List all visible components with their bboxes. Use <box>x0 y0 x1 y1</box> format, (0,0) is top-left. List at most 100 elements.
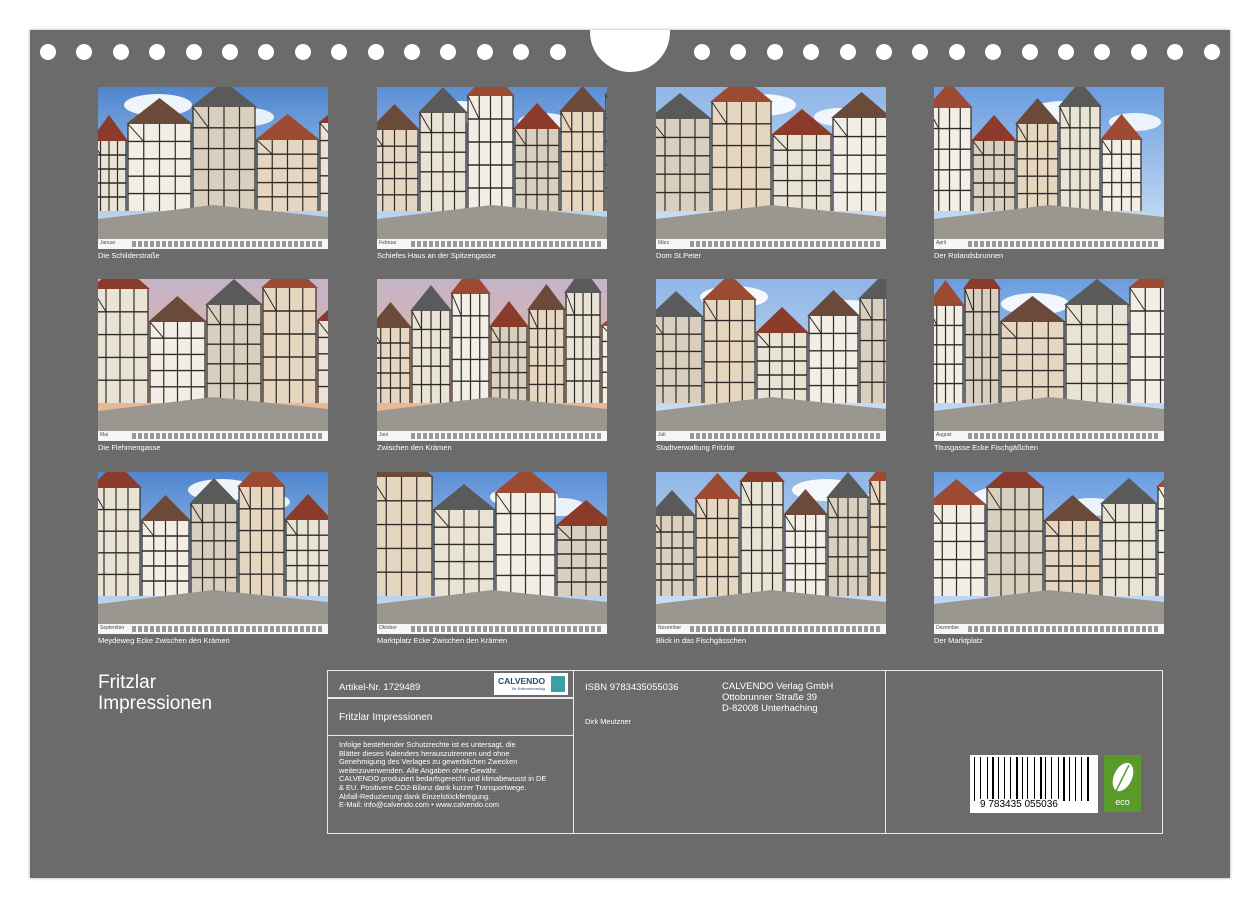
mini-calendar-strip: Januar <box>98 239 328 249</box>
calendar-back-cover: Januar Die Schilderstraße Februar Schief… <box>30 30 1230 878</box>
calendar-icon <box>551 676 565 692</box>
photo <box>98 87 328 249</box>
binding-hole <box>149 44 166 60</box>
photo <box>377 472 607 634</box>
binding-hole <box>948 44 965 60</box>
day-cells <box>132 626 324 632</box>
month-thumbnail: Februar <box>377 87 607 249</box>
day-cells <box>132 241 324 247</box>
month-name: Februar <box>379 240 397 246</box>
photo <box>98 279 328 441</box>
eco-label: eco <box>1115 797 1130 807</box>
day-cells <box>132 433 324 439</box>
day-cells <box>411 433 603 439</box>
month-thumbnail: September <box>98 472 328 634</box>
author-text: Dirk Meutzner <box>585 717 631 726</box>
binding-hole <box>112 44 129 60</box>
binding-hole <box>476 44 493 60</box>
binding-hole <box>513 44 530 60</box>
day-cells <box>411 241 603 247</box>
mini-calendar-strip: Mai <box>98 431 328 441</box>
hanger-cutout <box>590 30 670 72</box>
photo <box>656 472 886 634</box>
mini-calendar-strip: Juli <box>656 431 886 441</box>
month-name: Mai <box>100 432 109 438</box>
month-thumbnail: Oktober <box>377 472 607 634</box>
binding-hole <box>876 44 892 60</box>
binding-hole <box>1167 44 1184 60</box>
binding-hole <box>730 44 747 60</box>
month-thumbnail: März <box>656 87 886 249</box>
month-name: November <box>658 625 682 631</box>
barcode-digits: 9 783435 055036 <box>978 799 1060 810</box>
binding-hole <box>839 44 856 60</box>
day-cells <box>690 626 882 632</box>
month-name: März <box>658 240 670 246</box>
calvendo-logo-text: CALVENDO <box>498 676 546 686</box>
thumbnail-caption: Zwischen den Krämen <box>377 443 452 452</box>
thumbnail-caption: Schiefes Haus an der Spitzengasse <box>377 251 496 260</box>
barcode: 9 783435 055036 <box>970 755 1098 813</box>
binding-hole <box>1130 44 1147 60</box>
month-name: Januar <box>100 240 116 246</box>
mini-calendar-strip: August <box>934 431 1164 441</box>
month-thumbnail: Dezember <box>934 472 1164 634</box>
day-cells <box>968 626 1160 632</box>
month-name: April <box>936 240 947 246</box>
mini-calendar-strip: Juni <box>377 431 607 441</box>
thumbnail-caption: Titusgasse Ecke Fischgäßchen <box>934 443 1038 452</box>
photo <box>934 279 1164 441</box>
binding-hole <box>1021 44 1038 60</box>
month-name: August <box>936 432 952 438</box>
mini-calendar-strip: November <box>656 624 886 634</box>
binding-hole <box>404 44 420 60</box>
binding-hole <box>185 44 202 60</box>
binding-hole <box>1203 44 1220 60</box>
photo <box>934 472 1164 634</box>
binding-hole <box>766 44 783 60</box>
thumbnail-caption: Die Flehmengasse <box>98 443 161 452</box>
isbn-text: ISBN 9783435055036 <box>585 682 679 693</box>
photo <box>377 87 607 249</box>
artikel-number: Artikel-Nr. 1729489 <box>339 682 421 693</box>
month-thumbnail: August <box>934 279 1164 441</box>
thumbnail-caption: Der Rolandsbrunnen <box>934 251 1004 260</box>
photo <box>656 87 886 249</box>
binding-hole <box>694 44 710 60</box>
thumbnail-caption: Die Schilderstraße <box>98 251 160 260</box>
binding-hole <box>331 44 348 60</box>
month-name: Oktober <box>379 625 397 631</box>
binding-hole <box>222 44 238 60</box>
month-thumbnail: November <box>656 472 886 634</box>
binding-hole <box>803 44 820 60</box>
subtitle-text: Fritzlar Impressionen <box>339 712 433 723</box>
month-name: September <box>100 625 125 631</box>
binding-hole <box>912 44 929 60</box>
day-cells <box>968 433 1160 439</box>
binding-hole <box>1094 44 1111 60</box>
calendar-title: Fritzlar Impressionen <box>98 672 212 714</box>
thumbnail-caption: Der Marktplatz <box>934 636 983 645</box>
month-name: Dezember <box>936 625 960 631</box>
binding-hole <box>76 44 93 60</box>
mini-calendar-strip: September <box>98 624 328 634</box>
day-cells <box>690 433 882 439</box>
photo <box>98 472 328 634</box>
binding-hole <box>1058 44 1074 60</box>
legal-text: Infolge bestehender Schutzrechte ist es … <box>339 740 571 810</box>
binding-hole <box>440 44 457 60</box>
thumbnail-caption: Stadtverwaltung Fritzlar <box>656 443 735 452</box>
thumbnail-caption: Dom St.Peter <box>656 251 702 260</box>
publisher-line: D-82008 Unterhaching <box>722 703 818 714</box>
binding-hole <box>294 44 311 60</box>
title-line-1: Fritzlar <box>98 672 157 693</box>
binding-hole <box>258 44 275 60</box>
title-line-2: Impressionen <box>98 693 213 714</box>
day-cells <box>690 241 882 247</box>
day-cells <box>968 241 1160 247</box>
eco-badge: eco <box>1104 755 1141 812</box>
month-name: Juli <box>658 432 666 438</box>
publisher-line: CALVENDO Verlag GmbH <box>722 681 834 692</box>
mini-calendar-strip: Oktober <box>377 624 607 634</box>
photo <box>377 279 607 441</box>
